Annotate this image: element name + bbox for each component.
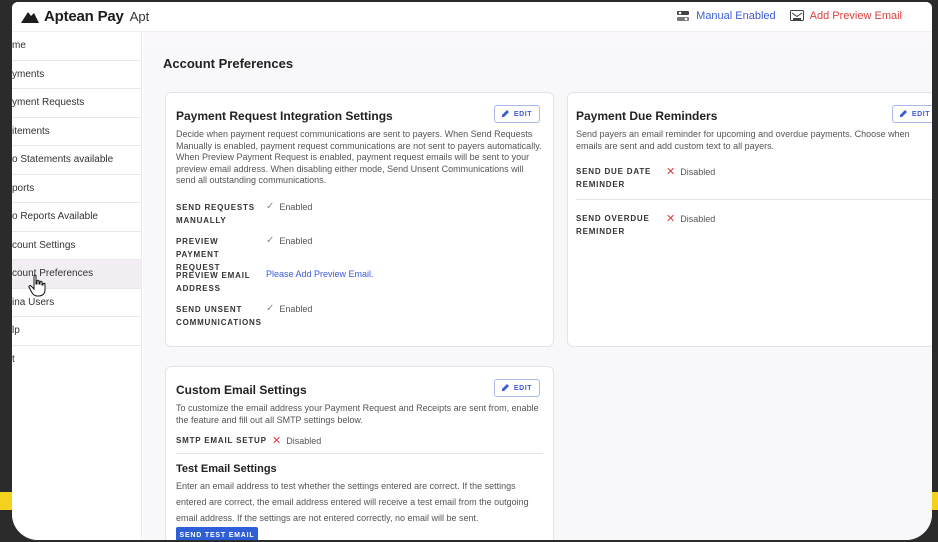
sidebar-item-label: count Settings [12,239,76,251]
divider [176,453,543,454]
card-title: Payment Request Integration Settings [176,109,393,123]
edit-label: EDIT [513,110,533,118]
sidebar-item-exit[interactable]: t [12,346,141,375]
aptean-logo-icon [20,10,40,24]
smtp-value: ✕ Disabled [272,434,321,447]
brand-suffix: Apt [129,9,150,24]
test-email-heading: Test Email Settings [176,463,277,475]
check-icon: ✓ [266,303,275,314]
setting-value: ✓ Enabled [266,303,312,314]
setting-value-text: Enabled [279,235,313,246]
manual-enabled-label: Manual Enabled [696,10,776,22]
setting-label: SEND REQUESTS MANUALLY [176,203,255,225]
send-test-email-button[interactable]: SEND TEST EMAIL [176,527,258,540]
sidebar-item-label: itements [12,125,50,137]
card-title: Payment Due Reminders [576,109,718,123]
setting-value: ✕ Disabled [666,165,715,178]
sidebar-item-label: t [12,354,15,366]
payment-request-card: Payment Request Integration Settings EDI… [165,92,554,347]
sidebar-item-label: yment Requests [12,97,85,109]
setting-value-text: Please Add Preview Email. [266,269,374,279]
add-preview-email-button[interactable]: Add Preview Email [789,10,902,22]
edit-due-reminders-button[interactable]: EDIT [892,105,932,123]
setting-value-text: Enabled [279,303,313,314]
setting-value-text: Enabled [279,201,313,212]
sidebar-item-label: o Reports Available [12,211,98,223]
brand[interactable]: Aptean Pay Apt [20,8,149,25]
hand-cursor-icon [28,274,48,303]
add-preview-email-label: Add Preview Email [809,10,902,22]
setting-label: SEND UNSENT COMMUNICATIONS [176,305,262,327]
setting-value: ✕ Disabled [666,212,715,225]
app-window: Aptean Pay Apt Manual Enabled Add Previe… [12,2,932,540]
pencil-icon [501,383,510,393]
smtp-value-text: Disabled [286,435,322,446]
edit-label: EDIT [513,384,533,392]
sidebar-item-label: count Preferences [12,268,94,280]
divider [576,199,932,200]
edit-custom-email-button[interactable]: EDIT [494,379,540,397]
sidebar-item-payments[interactable]: yments [12,61,141,89]
setting-value-text: Disabled [680,166,716,177]
sidebar-item-statements[interactable]: itements [12,118,141,146]
test-email-description: Enter an email address to test whether t… [176,481,529,523]
pencil-icon [899,109,908,119]
setting-label: PREVIEW EMAIL ADDRESS [176,271,251,293]
smtp-label: SMTP EMAIL SETUP [176,436,267,445]
edit-label: EDIT [911,110,931,118]
sidebar-item-help[interactable]: lp [12,317,141,346]
sidebar-item-label: o Statements available [12,154,114,166]
sidebar-item-no-statements[interactable]: o Statements available [12,146,141,175]
check-icon: ✓ [266,201,275,212]
cross-icon: ✕ [666,166,676,178]
cross-icon: ✕ [272,435,282,447]
manual-enabled-button[interactable]: Manual Enabled [676,10,776,22]
sidebar-item-label: yments [12,68,45,80]
sidebar-item-payment-requests[interactable]: yment Requests [12,89,141,118]
setting-label: SEND DUE DATE REMINDER [576,167,652,189]
cross-icon: ✕ [666,213,676,225]
setting-value: ✓ Enabled [266,201,312,212]
edit-payment-request-button[interactable]: EDIT [494,105,540,123]
send-test-email-label: SEND TEST EMAIL [179,531,255,539]
preview-email-icon [789,10,804,22]
setting-value: ✓ Enabled [266,235,312,246]
add-preview-email-link[interactable]: Please Add Preview Email. [266,269,374,279]
top-actions: Manual Enabled Add Preview Email [676,10,902,22]
header-strip [143,32,932,44]
pencil-icon [501,109,510,119]
page-title: Account Preferences [163,56,294,71]
sidebar-item-label: ports [12,182,35,194]
card-description: To customize the email address your Paym… [176,403,539,425]
setting-label: SEND OVERDUE REMINDER [576,214,650,236]
card-description: Send payers an email reminder for upcomi… [576,129,910,151]
brand-name: Aptean Pay [44,8,124,25]
check-icon: ✓ [266,235,275,246]
toggle-icon [676,10,690,22]
sidebar-item-label: lp [12,325,20,337]
sidebar-item-label: me [12,40,26,52]
due-reminders-card: Payment Due Reminders EDIT Send payers a… [567,92,932,347]
sidebar-item-account-settings[interactable]: count Settings [12,232,141,260]
custom-email-card: Custom Email Settings EDIT To customize … [165,366,554,540]
sidebar-item-home[interactable]: me [12,32,141,61]
main-content: Account Preferences Payment Request Inte… [143,32,932,540]
sidebar-item-no-reports[interactable]: o Reports Available [12,203,141,232]
top-bar: Aptean Pay Apt Manual Enabled Add Previe… [12,2,932,32]
sidebar-item-reports[interactable]: ports [12,175,141,203]
card-description: Decide when payment request communicatio… [176,129,542,185]
setting-value-text: Disabled [680,213,716,224]
card-title: Custom Email Settings [176,383,307,397]
